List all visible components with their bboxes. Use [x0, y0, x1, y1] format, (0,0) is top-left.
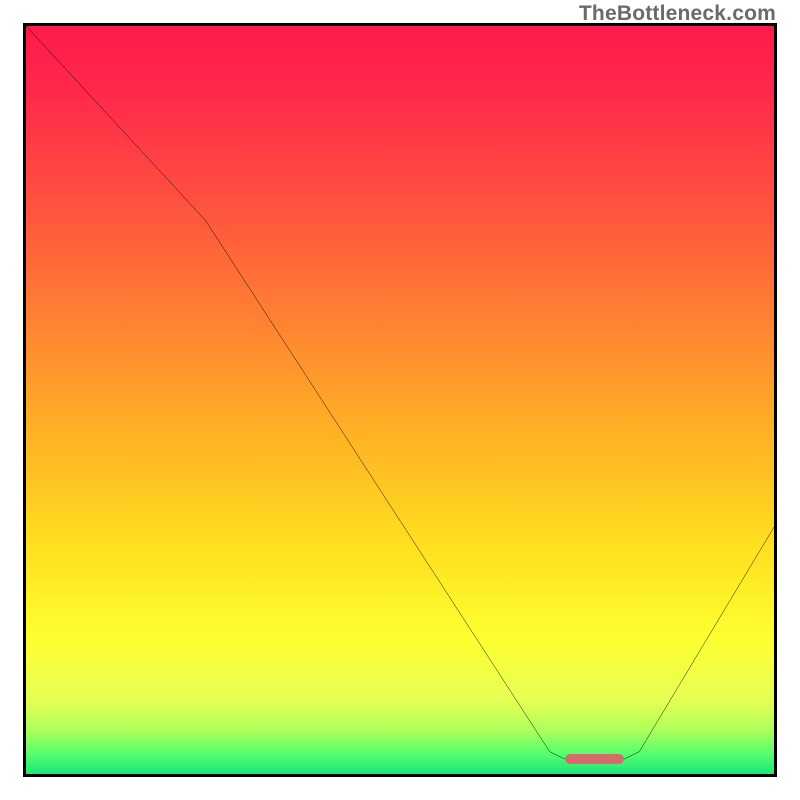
optimal-range-marker: [565, 754, 625, 764]
bottleneck-chart: TheBottleneck.com: [0, 0, 800, 800]
plot-area: [23, 23, 777, 777]
curve-line: [26, 26, 774, 774]
